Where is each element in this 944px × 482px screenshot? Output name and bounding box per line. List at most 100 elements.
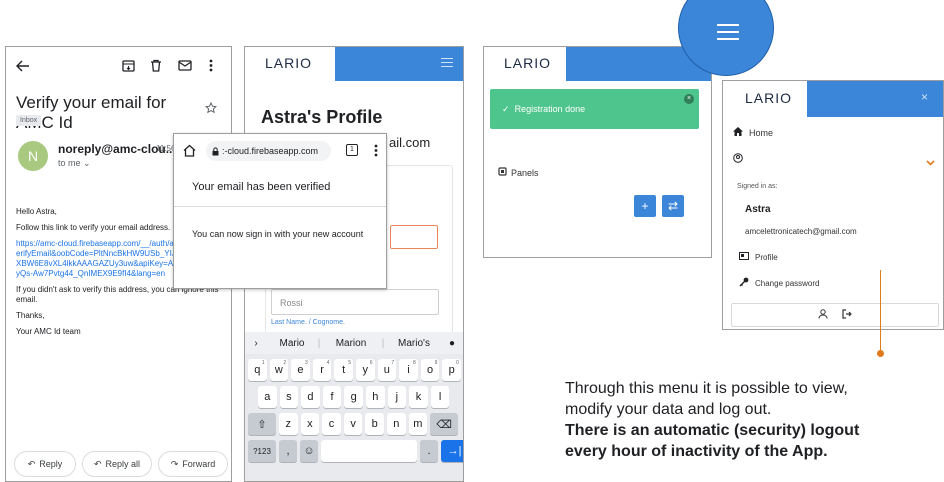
- archive-icon[interactable]: [122, 59, 135, 72]
- emoji-key[interactable]: ☺: [300, 440, 318, 462]
- key-t[interactable]: t5: [334, 359, 353, 381]
- sender-avatar: N: [18, 141, 48, 171]
- first-name-field[interactable]: [390, 225, 438, 249]
- key-a[interactable]: a: [258, 386, 277, 408]
- key-f[interactable]: f: [322, 386, 342, 408]
- home-icon[interactable]: [183, 144, 196, 157]
- swap-button[interactable]: ⇄: [662, 195, 684, 217]
- inbox-label[interactable]: Inbox: [16, 115, 42, 126]
- forward-button[interactable]: ↷ Forward: [158, 451, 228, 477]
- key-i[interactable]: i8: [399, 359, 418, 381]
- dashboard-screen: LARIO ✓ Registration done × Panels + ⇄: [483, 46, 712, 258]
- more-vert-icon[interactable]: [374, 144, 378, 157]
- key-d[interactable]: d: [301, 386, 320, 408]
- key-p[interactable]: p0: [442, 359, 461, 381]
- key-e[interactable]: e3: [291, 359, 310, 381]
- id-card-icon: [739, 252, 749, 262]
- reply-icon: ↶: [27, 458, 36, 469]
- key-z[interactable]: z: [279, 413, 298, 435]
- key-k[interactable]: k: [409, 386, 428, 408]
- space-key[interactable]: [321, 440, 417, 462]
- hamburger-menu-icon[interactable]: [441, 58, 453, 70]
- period-key[interactable]: .: [420, 440, 438, 462]
- forward-icon: ↷: [170, 458, 179, 469]
- browser-url-bar: :-cloud.firebaseapp.com 1: [174, 134, 386, 168]
- caption-line: Through this menu it is possible to view…: [565, 380, 848, 397]
- recipient-line[interactable]: to me ⌄: [58, 158, 91, 169]
- email-subject: Verify your email for AMC Id: [16, 93, 167, 132]
- backspace-key[interactable]: ⌫: [430, 413, 459, 435]
- logout-icon[interactable]: [842, 308, 852, 322]
- reply-button[interactable]: ↶ Reply: [14, 451, 76, 477]
- key-u[interactable]: u7: [377, 359, 397, 381]
- key-m[interactable]: m: [408, 413, 428, 435]
- key-x[interactable]: x: [300, 413, 320, 435]
- callout-line: [880, 270, 881, 352]
- symbols-key[interactable]: ?123: [248, 440, 276, 462]
- recipient-label: to me: [58, 158, 81, 168]
- delete-icon[interactable]: [150, 59, 162, 72]
- key-b[interactable]: b: [365, 413, 384, 435]
- shift-key[interactable]: ⇧: [248, 413, 276, 435]
- on-screen-keyboard: › Mario | Marion | Mario's ● q1w2e3r4t5y…: [245, 332, 463, 481]
- key-l[interactable]: l: [430, 386, 450, 408]
- mail-icon[interactable]: [178, 60, 192, 71]
- key-v[interactable]: v: [343, 413, 363, 435]
- signed-in-label: Signed in as:: [737, 183, 778, 190]
- menu-item-label: Change password: [755, 278, 820, 288]
- key-o[interactable]: o9: [420, 359, 440, 381]
- url-field[interactable]: :-cloud.firebaseapp.com: [206, 141, 331, 161]
- reply-actions: ↶ Reply ↶ Reply all ↷ Forward: [14, 451, 229, 477]
- suggestion[interactable]: Marion: [321, 338, 381, 349]
- email-toolbar: [6, 47, 231, 87]
- key-s[interactable]: s: [279, 386, 299, 408]
- comma-key[interactable]: ,: [279, 440, 297, 462]
- key-j[interactable]: j: [387, 386, 407, 408]
- menu-item-change-password[interactable]: Change password: [739, 277, 819, 289]
- key-c[interactable]: c: [322, 413, 341, 435]
- suggestion[interactable]: Mario's: [385, 338, 443, 349]
- thanks-line: Thanks,: [16, 311, 45, 320]
- microphone-icon[interactable]: ●: [443, 338, 461, 349]
- user-circle-icon: [733, 153, 743, 165]
- more-vert-icon[interactable]: [209, 59, 213, 72]
- key-r[interactable]: r4: [312, 359, 332, 381]
- caption-text: Through this menu it is possible to view…: [565, 378, 944, 462]
- suggestion[interactable]: Mario: [267, 338, 317, 349]
- menu-item-account[interactable]: [733, 153, 743, 165]
- user-icon[interactable]: [818, 308, 828, 322]
- enter-key[interactable]: →|: [441, 440, 463, 462]
- reply-all-button[interactable]: ↶ Reply all: [82, 451, 152, 477]
- account-actions: [731, 303, 939, 327]
- key-y[interactable]: y6: [355, 359, 375, 381]
- expand-icon[interactable]: ›: [245, 338, 267, 349]
- key-g[interactable]: g: [344, 386, 363, 408]
- reply-all-label: Reply all: [105, 459, 141, 469]
- key-h[interactable]: h: [365, 386, 385, 408]
- key-n[interactable]: n: [386, 413, 406, 435]
- forward-label: Forward: [182, 459, 216, 469]
- key-w[interactable]: w2: [269, 359, 289, 381]
- check-icon: ✓: [502, 104, 510, 114]
- verified-title: Your email has been verified: [192, 181, 331, 193]
- signature: Your AMC Id team: [16, 327, 81, 336]
- user-name: Astra: [745, 204, 771, 215]
- chevron-down-icon[interactable]: [926, 153, 935, 171]
- back-arrow-icon[interactable]: [16, 59, 30, 73]
- add-button[interactable]: +: [634, 195, 656, 217]
- last-name-field[interactable]: Rossi: [271, 289, 439, 315]
- star-icon[interactable]: [205, 102, 217, 114]
- reply-label: Reply: [39, 459, 63, 469]
- keyboard-row: ?123 , ☺ . →|: [248, 440, 463, 462]
- close-icon[interactable]: ×: [921, 90, 928, 104]
- menu-item-home[interactable]: Home: [733, 127, 773, 138]
- tab-count[interactable]: 1: [346, 144, 358, 156]
- lario-logo: LARIO: [504, 55, 552, 71]
- letter-keys: zxcvbnm: [279, 413, 428, 435]
- menu-item-profile[interactable]: Profile: [739, 252, 778, 262]
- close-icon[interactable]: ×: [684, 94, 694, 104]
- panels-item[interactable]: Panels: [498, 167, 539, 178]
- key-q[interactable]: q1: [248, 359, 267, 381]
- chevron-down-icon: ⌄: [83, 158, 91, 168]
- last-name-label: Last Name. / Cognome.: [271, 319, 345, 326]
